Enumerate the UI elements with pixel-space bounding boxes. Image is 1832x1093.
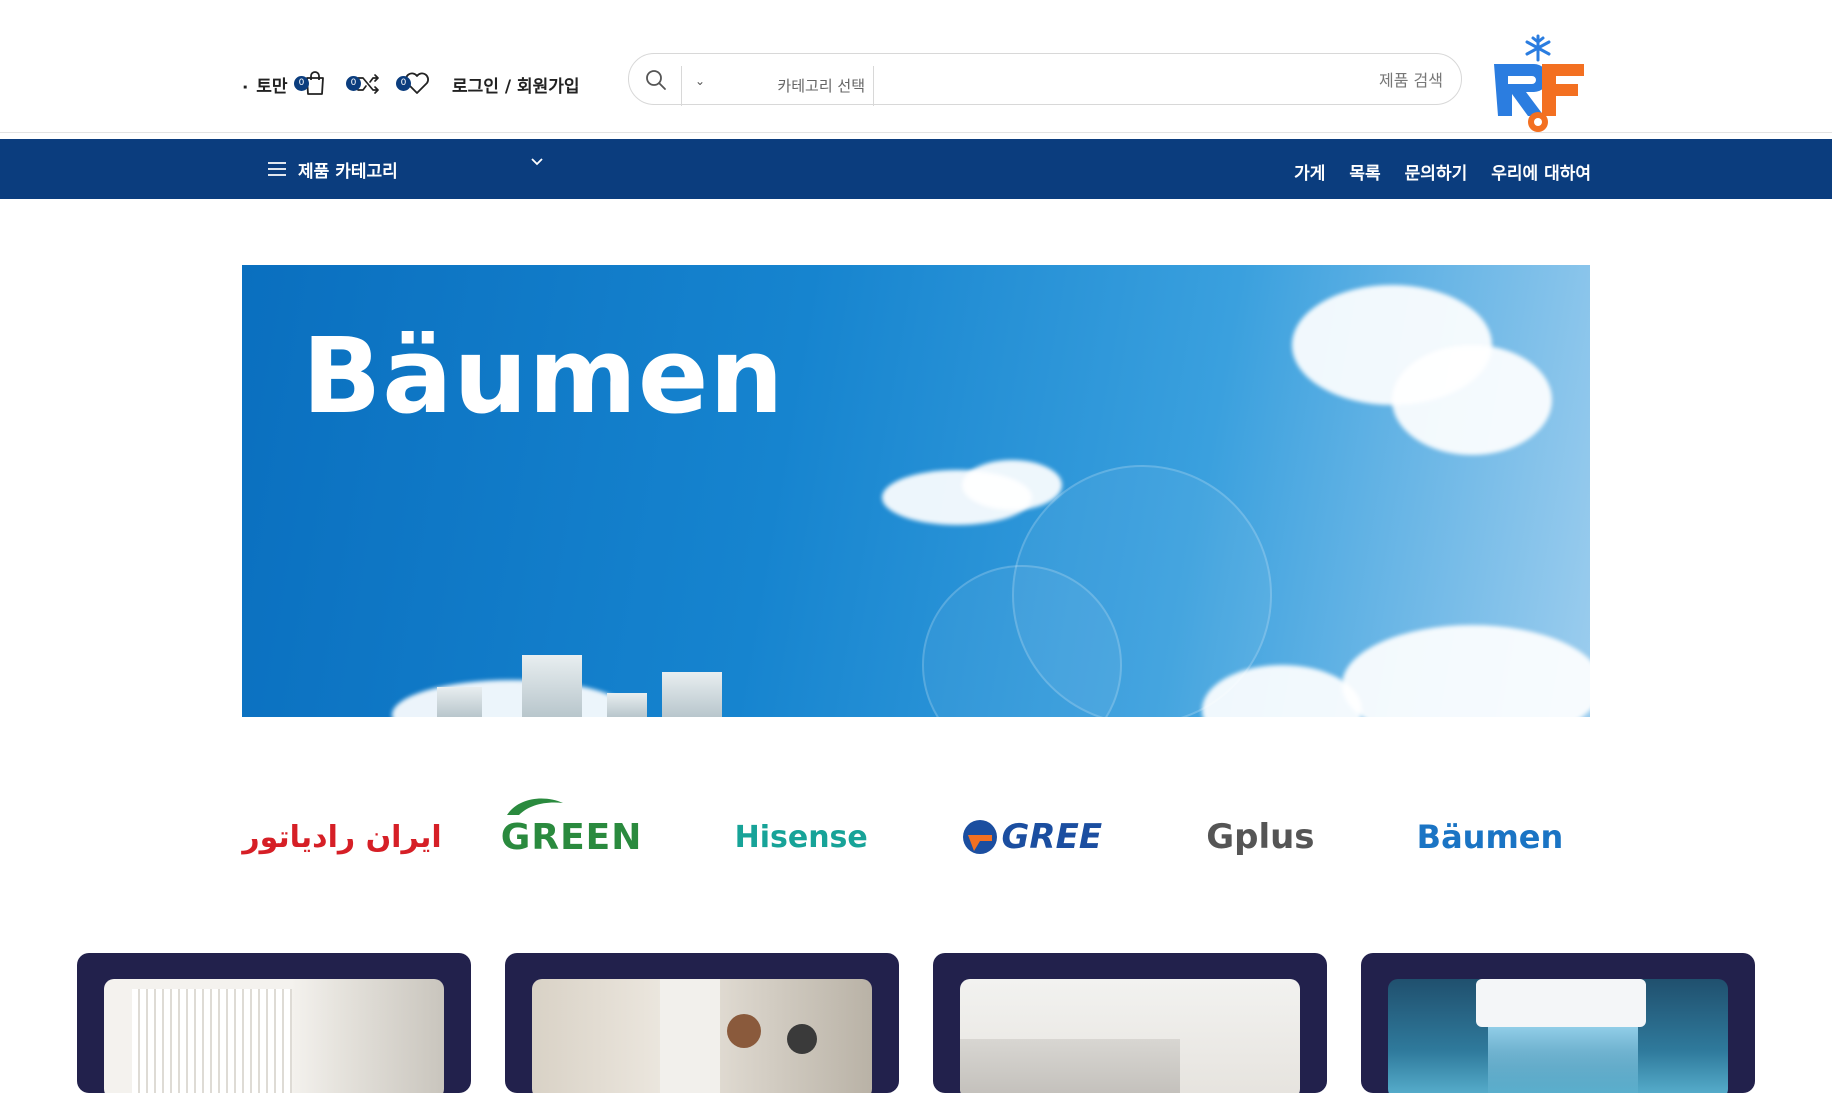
cart-total[interactable]: ۰ 토만 (240, 72, 288, 97)
search-button[interactable] (639, 64, 673, 96)
leaf-icon (506, 798, 563, 815)
compare-button[interactable]: 0 (346, 70, 382, 98)
brand-logo-iran-radiator[interactable]: ایران رادیاتور (242, 802, 442, 872)
gree-emblem-icon (962, 820, 997, 854)
site-header: ⌄ 카테고리 선택 로그인 / 회원가입 0 0 0 ۰ 토 (0, 0, 1832, 133)
wishlist-button[interactable]: 0 (396, 70, 432, 98)
building (662, 672, 722, 717)
main-navbar: 제품 카테고리 우리에 대하여 문의하기 목록 가게 (0, 139, 1832, 199)
category-card-duct-split[interactable] (933, 953, 1327, 1093)
brand-name: Hisense (734, 819, 868, 855)
brand-name: GREEN (500, 816, 643, 858)
login-register-link[interactable]: 로그인 / 회원가입 (452, 72, 580, 97)
logo-icon (1494, 34, 1584, 132)
search-input[interactable] (943, 67, 1443, 93)
brand-name: Bäumen (1416, 818, 1564, 856)
search-divider-left (681, 66, 682, 106)
ac-unit (1476, 979, 1646, 1027)
category-card-boiler[interactable] (505, 953, 899, 1093)
boiler-image (532, 979, 872, 1093)
search-icon (646, 70, 666, 90)
cart-count-badge: 0 (294, 76, 309, 91)
green-logo-wrap: GREEN (500, 798, 643, 858)
category-card-radiator[interactable] (77, 953, 471, 1093)
wishlist-count-badge: 0 (396, 76, 411, 91)
radiator-image (104, 979, 444, 1093)
cloud (962, 460, 1062, 510)
chevron-down-icon (531, 158, 543, 166)
brand-name: GREE (1001, 817, 1103, 857)
building (607, 693, 647, 717)
cloud (1342, 625, 1590, 717)
brand-logo-gree[interactable]: GREE (931, 802, 1131, 872)
category-select[interactable]: ⌄ 카테고리 선택 (695, 68, 865, 95)
nav-link-about[interactable]: 우리에 대하여 (1491, 159, 1591, 184)
hero-banner[interactable]: Bäumen (242, 265, 1590, 717)
brand-logos-row: ایران رادیاتور GREEN Hisense GREE Gplus … (242, 792, 1590, 882)
technician (727, 1014, 761, 1048)
brand-name: Gplus (1206, 817, 1315, 857)
search-divider (873, 66, 874, 106)
nav-link-contact[interactable]: 문의하기 (1405, 159, 1468, 184)
category-card-air-conditioner[interactable] (1361, 953, 1755, 1093)
nav-link-catalog[interactable]: 목록 (1349, 159, 1380, 184)
site-logo[interactable] (1488, 34, 1588, 136)
chevron-down-icon: ⌄ (695, 74, 706, 88)
banner-brand-title: Bäumen (302, 315, 785, 437)
airflow (1488, 1027, 1638, 1093)
cloud (392, 680, 632, 717)
category-select-label: 카테고리 선택 (777, 76, 865, 95)
compare-count-badge: 0 (346, 76, 361, 91)
brand-name: ایران رادیاتور (242, 819, 442, 855)
product-categories-label: 제품 카테고리 (298, 161, 398, 182)
ceiling-duct (960, 1039, 1180, 1093)
brand-logo-green[interactable]: GREEN (472, 798, 672, 872)
nav-links: 우리에 대하여 문의하기 목록 가게 (1294, 159, 1591, 184)
cart-button[interactable]: 0 (294, 70, 330, 98)
brand-logo-baumen[interactable]: Bäumen (1390, 802, 1590, 872)
duct-image (960, 979, 1300, 1093)
product-categories-dropdown[interactable]: 제품 카테고리 (268, 153, 544, 185)
building (437, 687, 482, 717)
customer (787, 1024, 817, 1054)
brand-logo-hisense[interactable]: Hisense (701, 802, 901, 872)
cloud (1392, 345, 1552, 455)
search-bar: ⌄ 카테고리 선택 (628, 53, 1462, 106)
category-cards (77, 953, 1755, 1093)
nav-link-shop[interactable]: 가게 (1294, 159, 1325, 184)
building (522, 655, 582, 717)
hamburger-menu-icon (268, 162, 286, 176)
brand-logo-gplus[interactable]: Gplus (1160, 802, 1360, 872)
ac-image (1388, 979, 1728, 1093)
radiator-fins (132, 989, 292, 1093)
boiler-unit (660, 979, 720, 1093)
